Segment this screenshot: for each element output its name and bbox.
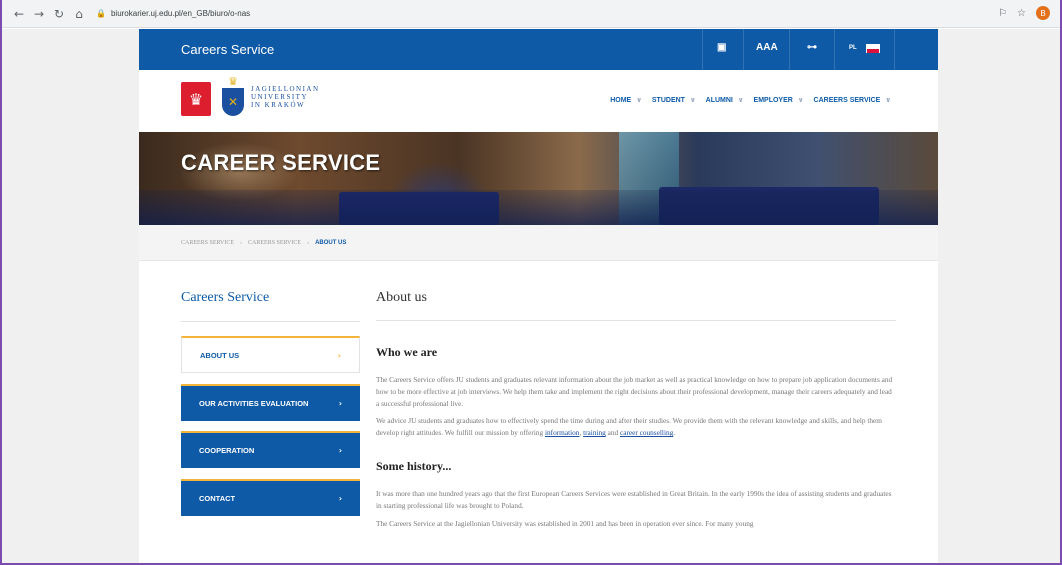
bookmark-star-icon[interactable]: ☆ [1017, 8, 1026, 19]
reload-icon[interactable]: ↻ [52, 7, 66, 21]
polish-eagle-logo[interactable]: ♛ [181, 82, 211, 116]
divider [834, 29, 835, 70]
chevron-down-icon: ∨ [885, 96, 891, 104]
browser-toolbar: ← → ↻ ⌂ 🔒 biurokarier.uj.edu.pl/en_GB/bi… [0, 0, 1062, 28]
sidebar-item-about-us[interactable]: ABOUT US › [181, 336, 360, 373]
link-career-counselling[interactable]: career counselling [620, 428, 673, 437]
hero-banner: CAREER SERVICE [139, 132, 938, 225]
nav-careers-service[interactable]: CAREERS SERVICE ∨ [814, 96, 891, 104]
breadcrumb-bar: CAREERS SERVICE › CAREERS SERVICE › ABOU… [139, 225, 938, 261]
chevron-down-icon: ∨ [689, 96, 696, 104]
paragraph: The Careers Service offers JU students a… [376, 375, 893, 408]
site-header: ♛ ♛ ✕ JAGIELLONIAN UNIVERSITY IN KRAKÓW … [139, 70, 938, 132]
nav-employer[interactable]: EMPLOYER ∨ [754, 96, 804, 104]
breadcrumb: CAREERS SERVICE › CAREERS SERVICE › ABOU… [181, 240, 346, 246]
back-icon[interactable]: ← [12, 7, 26, 21]
chevron-right-icon: › [338, 494, 342, 503]
paragraph: We advice JU students and graduates how … [376, 416, 882, 438]
top-bar: Careers Service ▣ AAA ⊶ PL [139, 29, 938, 70]
divider [789, 29, 790, 70]
language-label[interactable]: PL [849, 45, 857, 51]
page-title: About us [376, 290, 427, 305]
sitemap-icon[interactable]: ▣ [717, 42, 726, 53]
main-content: About us Who we are The Careers Service … [376, 290, 896, 529]
nav-student[interactable]: STUDENT ∨ [652, 96, 696, 104]
translate-icon[interactable]: ⚐ [998, 8, 1007, 19]
breadcrumb-item[interactable]: CAREERS SERVICE [248, 240, 301, 246]
link-training[interactable]: training [583, 428, 606, 437]
sidebar-title: Careers Service [181, 290, 270, 305]
nav-alumni[interactable]: ALUMNI ∨ [706, 96, 744, 104]
contrast-icon[interactable]: ⊶ [807, 42, 817, 53]
university-name[interactable]: JAGIELLONIAN UNIVERSITY IN KRAKÓW [251, 85, 320, 109]
paragraph: It was more than one hundred years ago t… [376, 488, 892, 510]
chevron-down-icon: ∨ [636, 96, 642, 104]
divider [894, 29, 895, 70]
breadcrumb-separator: › [240, 240, 243, 246]
sidebar-item-cooperation[interactable]: COOPERATION › [181, 431, 360, 468]
paragraph: The Careers Service at the Jagiellonian … [376, 518, 754, 528]
link-information[interactable]: information [545, 428, 579, 437]
university-crest-logo[interactable]: ♛ ✕ [222, 76, 244, 117]
breadcrumb-current: ABOUT US [315, 240, 347, 246]
chevron-down-icon: ∨ [797, 96, 804, 104]
divider [702, 29, 703, 70]
chevron-right-icon: › [338, 399, 342, 408]
divider [743, 29, 744, 70]
breadcrumb-separator: › [307, 240, 310, 246]
chevron-right-icon: › [337, 350, 341, 360]
sidebar-item-contact[interactable]: CONTACT › [181, 479, 360, 516]
nav-home[interactable]: HOME ∨ [610, 96, 642, 104]
font-size-button[interactable]: AAA [756, 42, 778, 53]
section-heading-who-we-are: Who we are [376, 345, 438, 359]
url-text: biurokarier.uj.edu.pl/en_GB/biuro/o-nas [110, 9, 251, 18]
hero-photo-people [139, 190, 938, 225]
forward-icon[interactable]: → [32, 7, 46, 21]
divider [376, 320, 896, 321]
chevron-down-icon: ∨ [737, 96, 744, 104]
home-icon[interactable]: ⌂ [72, 7, 86, 21]
main-navigation: HOME ∨ STUDENT ∨ ALUMNI ∨ EMPLOYER ∨ CAREERS… [610, 96, 891, 104]
polish-flag-icon[interactable] [866, 44, 880, 53]
lock-icon: 🔒 [96, 9, 106, 18]
chevron-right-icon: › [338, 446, 342, 455]
profile-avatar[interactable]: B [1036, 6, 1050, 20]
website: Careers Service ▣ AAA ⊶ PL ♛ ♛ ✕ JAGIELL… [139, 29, 938, 565]
hero-title: CAREER SERVICE [181, 150, 381, 175]
breadcrumb-item[interactable]: CAREERS SERVICE [181, 240, 234, 246]
address-bar[interactable]: 🔒 biurokarier.uj.edu.pl/en_GB/biuro/o-na… [96, 4, 1006, 24]
section-heading-some-history: Some history... [376, 458, 452, 473]
divider [181, 321, 360, 322]
sidebar-item-activities-evaluation[interactable]: OUR ACTIVITIES EVALUATION › [181, 384, 360, 421]
brand-title[interactable]: Careers Service [181, 42, 274, 57]
